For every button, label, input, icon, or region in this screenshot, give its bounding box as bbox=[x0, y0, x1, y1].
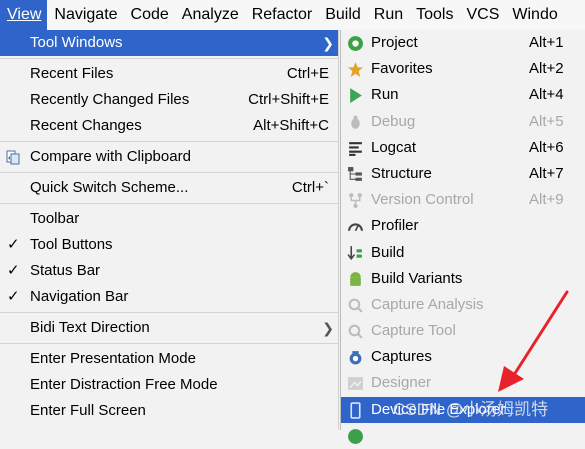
annotation-arrow bbox=[498, 290, 569, 392]
partial-item-icon bbox=[348, 428, 363, 444]
watermark: CSDN @小汤姆凯特 bbox=[393, 400, 549, 419]
